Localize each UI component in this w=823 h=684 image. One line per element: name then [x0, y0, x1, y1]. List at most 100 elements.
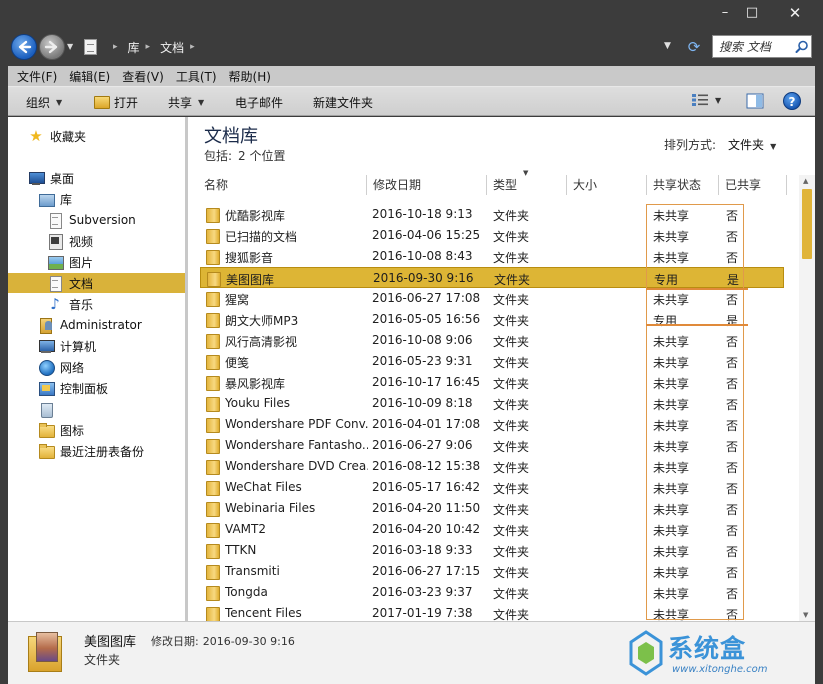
column-header-share-status[interactable]: 共享状态: [653, 175, 701, 195]
address-history-dropdown[interactable]: ▼: [664, 41, 671, 51]
nav-pictures[interactable]: 图片: [8, 252, 185, 272]
column-divider[interactable]: [366, 175, 367, 195]
nav-recycle-bin[interactable]: [8, 399, 185, 419]
search-input[interactable]: [719, 39, 791, 54]
scrollbar-thumb[interactable]: [802, 189, 812, 259]
menu-edit[interactable]: 编辑(E): [64, 68, 115, 85]
maximize-button[interactable]: □: [739, 4, 765, 22]
share-button[interactable]: 共享 ▼: [168, 94, 204, 111]
file-type: 文件夹: [493, 524, 530, 538]
recycle-bin-icon: [38, 401, 54, 418]
chevron-right-icon[interactable]: ▸: [146, 42, 151, 52]
menu-tools[interactable]: 工具(T): [171, 68, 222, 85]
chevron-right-icon[interactable]: ▸: [190, 42, 195, 52]
open-button[interactable]: 打开: [94, 94, 138, 111]
open-folder-icon: [94, 96, 110, 109]
nav-videos[interactable]: 视频: [8, 231, 185, 251]
table-row[interactable]: 猩窝 2016-06-27 17:08 文件夹 未共享 否: [200, 288, 784, 309]
arrow-right-icon: [44, 40, 58, 54]
table-row[interactable]: Wondershare Fantasho... 2016-06-27 9:06 文件…: [200, 435, 784, 456]
arrange-value[interactable]: 文件夹: [728, 138, 764, 152]
change-view-button[interactable]: ▼: [691, 93, 721, 107]
file-type: 文件夹: [493, 251, 530, 265]
table-row[interactable]: 已扫描的文档 2016-04-06 15:25 文件夹 未共享 否: [200, 225, 784, 246]
table-row[interactable]: Youku Files 2016-10-09 8:18 文件夹 未共享 否: [200, 393, 784, 414]
search-box[interactable]: [712, 35, 812, 58]
table-row[interactable]: 便笺 2016-05-23 9:31 文件夹 未共享 否: [200, 351, 784, 372]
table-row[interactable]: 美图图库 2016-09-30 9:16 文件夹 专用 是: [200, 267, 784, 288]
back-button[interactable]: [11, 34, 37, 60]
table-row[interactable]: Tongda 2016-03-23 9:37 文件夹 未共享 否: [200, 582, 784, 603]
file-name: 搜狐影音: [225, 251, 274, 265]
nav-control-panel[interactable]: 控制面板: [8, 378, 185, 398]
chevron-down-icon[interactable]: ▼: [770, 142, 776, 151]
column-header-type[interactable]: 类型: [493, 175, 517, 195]
table-row[interactable]: Transmiti 2016-06-27 17:15 文件夹 未共享 否: [200, 561, 784, 582]
folder-icon: [206, 396, 220, 412]
preview-pane-button[interactable]: [746, 93, 764, 109]
menu-file[interactable]: 文件(F): [12, 68, 62, 85]
table-row[interactable]: WeChat Files 2016-05-17 16:42 文件夹 未共享 否: [200, 477, 784, 498]
table-row[interactable]: Tencent Files 2017-01-19 7:38 文件夹 未共享 否: [200, 603, 784, 621]
nav-registry-backup[interactable]: 最近注册表备份: [8, 441, 185, 461]
vertical-scrollbar[interactable]: ▲ ▼: [799, 175, 815, 621]
refresh-icon[interactable]: ⟳: [684, 37, 704, 57]
email-button[interactable]: 电子邮件: [235, 94, 283, 111]
chevron-right-icon[interactable]: ▸: [113, 42, 118, 52]
file-shared: 否: [726, 461, 739, 475]
forward-button[interactable]: [39, 34, 65, 60]
nav-desktop[interactable]: 桌面: [8, 168, 185, 188]
column-divider[interactable]: [646, 175, 647, 195]
table-row[interactable]: 优酷影视库 2016-10-18 9:13 文件夹 未共享 否: [200, 204, 784, 225]
column-header-name[interactable]: 名称: [204, 175, 228, 195]
menu-view[interactable]: 查看(V): [117, 68, 169, 85]
watermark-url: www.xitonghe.com: [672, 664, 768, 675]
nav-subversion[interactable]: Subversion: [8, 210, 185, 230]
nav-computer[interactable]: 计算机: [8, 336, 185, 356]
file-date: 2016-10-17 16:45: [372, 375, 481, 389]
breadcrumb-libraries[interactable]: 库: [128, 39, 140, 56]
organize-button[interactable]: 组织 ▼: [26, 94, 62, 111]
nav-libraries[interactable]: 库: [8, 189, 185, 209]
nav-favorites[interactable]: ★ 收藏夹: [8, 126, 185, 146]
new-folder-button[interactable]: 新建文件夹: [313, 94, 373, 111]
file-share-status: 未共享: [653, 377, 690, 391]
breadcrumb-documents[interactable]: 文档: [160, 39, 184, 56]
table-row[interactable]: Wondershare DVD Crea... 2016-08-12 15:38 文…: [200, 456, 784, 477]
file-name: Transmiti: [225, 564, 280, 578]
table-row[interactable]: TTKN 2016-03-18 9:33 文件夹 未共享 否: [200, 540, 784, 561]
search-icon[interactable]: [794, 39, 810, 55]
column-divider[interactable]: [718, 175, 719, 195]
column-header-date[interactable]: 修改日期: [373, 175, 421, 195]
scroll-up-icon[interactable]: ▲: [803, 177, 808, 185]
table-row[interactable]: 朗文大师MP3 2016-05-05 16:56 文件夹 专用 是: [200, 309, 784, 330]
file-type: 文件夹: [493, 440, 530, 454]
table-row[interactable]: VAMT2 2016-04-20 10:42 文件夹 未共享 否: [200, 519, 784, 540]
column-divider[interactable]: [566, 175, 567, 195]
menu-help[interactable]: 帮助(H): [224, 68, 276, 85]
column-divider[interactable]: [786, 175, 787, 195]
file-shared: 否: [726, 545, 739, 559]
scroll-down-icon[interactable]: ▼: [803, 611, 808, 619]
column-divider[interactable]: [486, 175, 487, 195]
column-header-shared[interactable]: 已共享: [725, 175, 761, 195]
file-name: 风行高清影视: [225, 335, 298, 349]
nav-icons-folder[interactable]: 图标: [8, 420, 185, 440]
nav-administrator[interactable]: Administrator: [8, 315, 185, 335]
column-header-size[interactable]: 大小: [573, 175, 597, 195]
table-row[interactable]: Wondershare PDF Conv... 2016-04-01 17:08 文…: [200, 414, 784, 435]
nav-documents[interactable]: 文档: [8, 273, 185, 293]
table-row[interactable]: 暴风影视库 2016-10-17 16:45 文件夹 未共享 否: [200, 372, 784, 393]
help-button[interactable]: ?: [783, 92, 801, 110]
table-row[interactable]: Webinaria Files 2016-04-20 11:50 文件夹 未共享 否: [200, 498, 784, 519]
breadcrumb[interactable]: ▸ 库 ▸ 文档 ▸: [80, 36, 205, 58]
close-button[interactable]: ✕: [782, 4, 808, 22]
nav-music[interactable]: ♪ 音乐: [8, 294, 185, 314]
nav-network[interactable]: 网络: [8, 357, 185, 377]
locations-link[interactable]: 2 个位置: [238, 149, 285, 163]
arrange-by[interactable]: 排列方式: 文件夹 ▼: [664, 136, 776, 153]
table-row[interactable]: 搜狐影音 2016-10-08 8:43 文件夹 未共享 否: [200, 246, 784, 267]
recent-pages-dropdown[interactable]: ▼: [67, 42, 73, 51]
table-row[interactable]: 风行高清影视 2016-10-08 9:06 文件夹 未共享 否: [200, 330, 784, 351]
minimize-button[interactable]: –: [712, 4, 738, 22]
